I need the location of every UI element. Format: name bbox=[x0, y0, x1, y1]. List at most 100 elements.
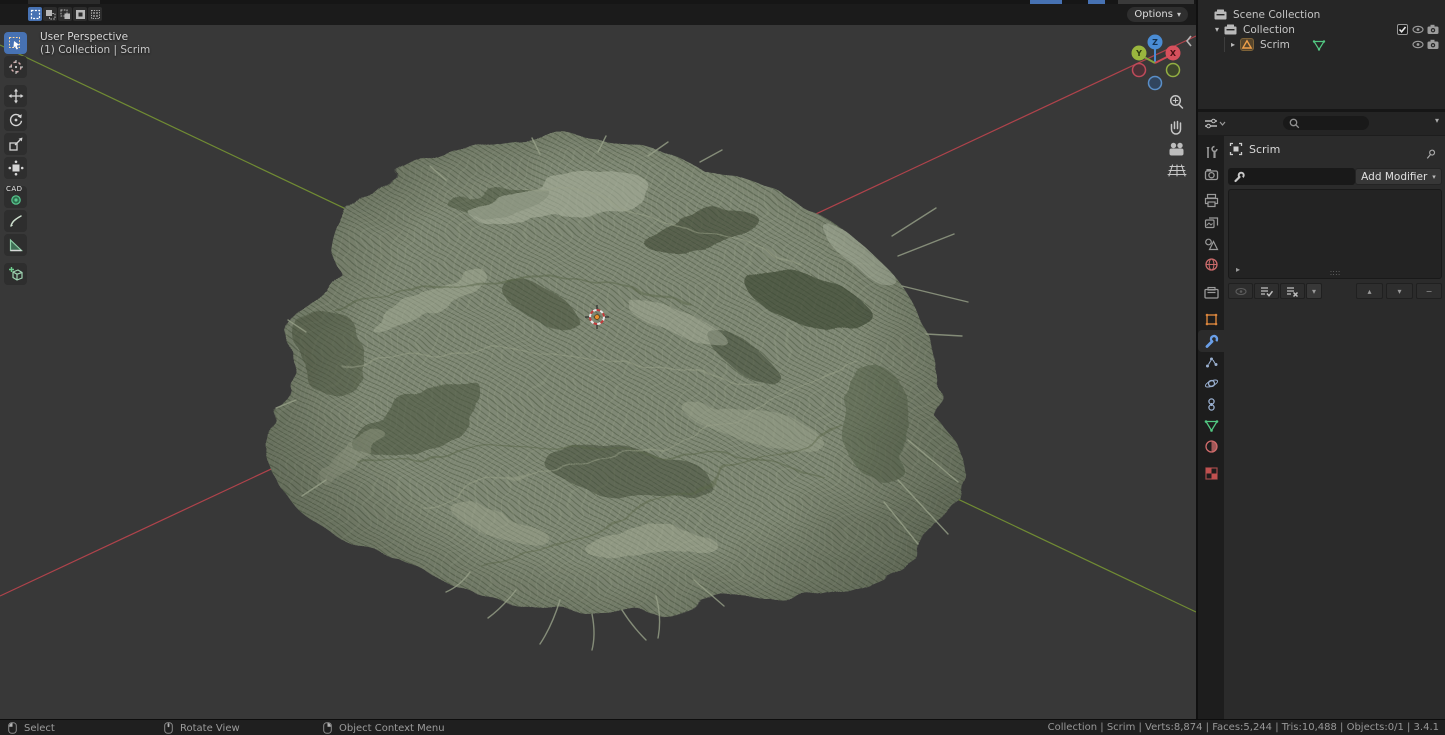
select-intersect-icon bbox=[90, 9, 101, 20]
tab-texture[interactable] bbox=[1198, 462, 1224, 484]
properties-editor-type-icon[interactable] bbox=[1204, 117, 1226, 130]
tool-measure[interactable] bbox=[4, 234, 27, 256]
tab-world[interactable] bbox=[1198, 253, 1224, 275]
view-context-label: (1) Collection | Scrim bbox=[40, 44, 150, 57]
expand-triangle-icon[interactable]: ▾ bbox=[1212, 25, 1222, 34]
tool-cursor[interactable] bbox=[4, 56, 27, 78]
triangle-down-icon: ▾ bbox=[1397, 287, 1401, 296]
scale-icon bbox=[8, 136, 24, 152]
keymap-label: Object Context Menu bbox=[339, 723, 445, 734]
modifier-list[interactable]: ▸ :::: bbox=[1228, 189, 1442, 279]
view-layer-tab-icon bbox=[1204, 215, 1219, 230]
pin-icon[interactable] bbox=[1424, 148, 1437, 161]
gizmo-z-negative[interactable] bbox=[1149, 77, 1162, 90]
checkbox-checked-icon[interactable] bbox=[1397, 24, 1408, 35]
constraints-tab-icon bbox=[1204, 397, 1219, 412]
wrench-icon bbox=[1233, 171, 1245, 183]
tab-scene[interactable] bbox=[1198, 233, 1224, 255]
outliner-label: Scrim bbox=[1260, 39, 1290, 51]
eye-icon bbox=[1235, 287, 1247, 296]
list-enable-all-button[interactable] bbox=[1254, 283, 1279, 299]
sidebar-collapse-icon[interactable] bbox=[1187, 36, 1191, 46]
remove-button[interactable]: − bbox=[1416, 283, 1442, 299]
modifier-list-buttons: ▾ ▴ ▾ − bbox=[1228, 283, 1442, 299]
options-dropdown[interactable]: Options ▾ bbox=[1127, 7, 1188, 22]
tool-rotate[interactable] bbox=[4, 109, 27, 131]
orthographic-toggle-icon[interactable] bbox=[1168, 165, 1186, 176]
object-origin-dot bbox=[595, 315, 600, 320]
keymap-rotate-view: Rotate View bbox=[164, 722, 240, 734]
gizmo-y-negative[interactable] bbox=[1167, 64, 1180, 77]
mesh-object-icon bbox=[1240, 38, 1254, 51]
chevron-down-icon[interactable]: ▾ bbox=[1435, 116, 1439, 125]
select-mode-set-button[interactable] bbox=[28, 7, 42, 21]
tab-object-data[interactable] bbox=[1198, 414, 1224, 436]
select-mode-invert-button[interactable] bbox=[73, 7, 87, 21]
select-mode-intersect-button[interactable] bbox=[88, 7, 102, 21]
tab-object[interactable] bbox=[1198, 308, 1224, 330]
gizmo-x-negative[interactable] bbox=[1133, 64, 1146, 77]
tab-particles[interactable] bbox=[1198, 351, 1224, 373]
resize-grip[interactable]: :::: bbox=[1330, 268, 1341, 277]
viewport-overlay-text: User Perspective (1) Collection | Scrim bbox=[40, 31, 150, 57]
camera-view-icon[interactable] bbox=[1170, 143, 1184, 156]
list-disable-all-button[interactable] bbox=[1280, 283, 1305, 299]
keymap-select: Select bbox=[8, 722, 55, 734]
tool-add-cube[interactable] bbox=[4, 263, 27, 285]
tab-material[interactable] bbox=[1198, 435, 1224, 457]
disable-camera-icon[interactable] bbox=[1427, 39, 1439, 50]
cad-sketcher-icon bbox=[9, 194, 23, 206]
scrim-mesh-object[interactable] bbox=[240, 104, 980, 684]
gizmo-x-label: X bbox=[1170, 49, 1177, 58]
add-modifier-button[interactable]: Add Modifier ▾ bbox=[1355, 168, 1442, 185]
outliner-row-scene-collection[interactable]: Scene Collection bbox=[1198, 7, 1445, 22]
pan-hand-icon[interactable] bbox=[1172, 122, 1181, 135]
tab-modifiers[interactable] bbox=[1198, 330, 1224, 352]
chevron-down-icon: ▾ bbox=[1312, 287, 1316, 296]
viewport-header: Options ▾ bbox=[0, 4, 1196, 25]
select-mode-subtract-button[interactable] bbox=[58, 7, 72, 21]
panel-expand-icon[interactable]: ▸ bbox=[1236, 265, 1240, 274]
tool-transform[interactable] bbox=[4, 157, 27, 179]
tab-output[interactable] bbox=[1198, 189, 1224, 211]
blender-window: { "icons": { "chevron_down": "▾", "trian… bbox=[0, 0, 1445, 735]
hide-eye-icon[interactable] bbox=[1412, 24, 1424, 35]
tab-constraints[interactable] bbox=[1198, 393, 1224, 415]
render-tab-icon bbox=[1204, 167, 1219, 182]
breadcrumb: Scrim bbox=[1229, 141, 1441, 157]
disable-camera-icon[interactable] bbox=[1427, 24, 1439, 35]
list-dropdown-button[interactable]: ▾ bbox=[1306, 283, 1322, 299]
move-up-button[interactable]: ▴ bbox=[1356, 283, 1383, 299]
modifier-search-field[interactable] bbox=[1228, 168, 1355, 185]
tool-scale[interactable] bbox=[4, 133, 27, 155]
properties-search-input[interactable] bbox=[1283, 116, 1369, 130]
breadcrumb-object-name[interactable]: Scrim bbox=[1249, 143, 1280, 156]
left-mouse-button-icon bbox=[8, 722, 17, 734]
particles-tab-icon bbox=[1204, 355, 1219, 370]
rotate-icon bbox=[8, 112, 24, 128]
navigation-gizmo[interactable]: Z Y X bbox=[1132, 35, 1181, 90]
tab-render[interactable] bbox=[1198, 163, 1224, 185]
tab-physics[interactable] bbox=[1198, 372, 1224, 394]
expand-triangle-icon[interactable]: ▸ bbox=[1228, 40, 1238, 49]
tool-annotate[interactable] bbox=[4, 210, 27, 232]
gizmo-z-label: Z bbox=[1152, 38, 1158, 47]
outliner-row-scrim[interactable]: ▸ Scrim bbox=[1198, 37, 1445, 52]
tool-select-box[interactable] bbox=[4, 32, 27, 54]
tool-move[interactable] bbox=[4, 85, 27, 107]
zoom-icon[interactable] bbox=[1171, 96, 1183, 108]
tab-view-layer[interactable] bbox=[1198, 211, 1224, 233]
texture-tab-icon bbox=[1204, 466, 1219, 481]
outliner-row-collection[interactable]: ▾ Collection bbox=[1198, 22, 1445, 37]
move-down-button[interactable]: ▾ bbox=[1386, 283, 1413, 299]
select-mode-extend-button[interactable] bbox=[43, 7, 57, 21]
tab-tool[interactable] bbox=[1198, 141, 1224, 163]
hide-eye-icon[interactable] bbox=[1412, 39, 1424, 50]
viewport-canvas[interactable]: Z Y X bbox=[0, 4, 1196, 719]
viewport-3d[interactable]: Z Y X bbox=[0, 4, 1196, 719]
list-check-icon bbox=[1260, 286, 1273, 297]
tool-cad-sketcher[interactable]: CAD bbox=[4, 186, 27, 208]
keymap-object-context-menu: Object Context Menu bbox=[323, 722, 445, 734]
list-eye-button[interactable] bbox=[1228, 283, 1253, 299]
tab-collection[interactable] bbox=[1198, 281, 1224, 303]
